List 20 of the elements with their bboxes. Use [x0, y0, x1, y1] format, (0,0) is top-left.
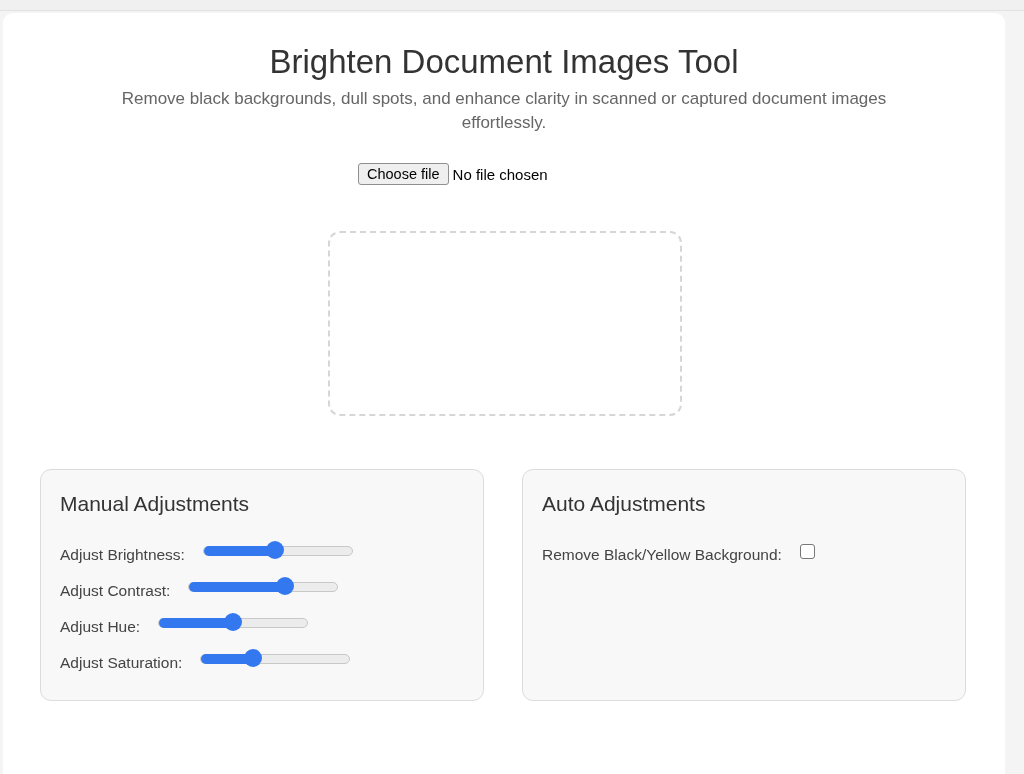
slider[interactable]: [158, 614, 309, 632]
slider[interactable]: [202, 542, 353, 560]
slider[interactable]: [188, 578, 339, 596]
slider-thumb[interactable]: [224, 613, 243, 631]
page-title: Brighten Document Images Tool: [268, 43, 740, 81]
checkbox-label: Remove Black/Yellow Background:: [542, 546, 782, 564]
slider-label: Adjust Saturation:: [60, 654, 183, 672]
file-status: No file chosen: [452, 165, 548, 183]
slider-label: Adjust Brightness:: [60, 546, 185, 564]
slider[interactable]: [200, 650, 351, 668]
choose-file-button[interactable]: Choose file: [358, 163, 449, 185]
slider-label: Adjust Hue:: [60, 618, 141, 636]
panel-heading: Auto Adjustments: [542, 492, 707, 516]
slider-thumb[interactable]: [244, 649, 263, 667]
checkbox[interactable]: [799, 543, 815, 559]
slider-thumb[interactable]: [265, 541, 284, 559]
slider-thumb[interactable]: [276, 577, 295, 595]
page-description: Remove black backgrounds, dull spots, and enhance clarity in scanned or captured document images effortlessly.: [120, 88, 888, 134]
panel-heading: Manual Adjustments: [60, 492, 251, 516]
slider-label: Adjust Contrast:: [60, 582, 171, 600]
